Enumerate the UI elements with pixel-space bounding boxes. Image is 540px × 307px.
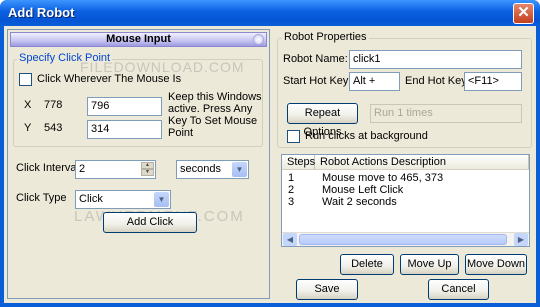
instruction-line: Keep this Windows [168,91,262,103]
click-interval-stepper[interactable]: 2 ▲ ▼ [75,160,156,179]
mouse-input-panel: Mouse Input Specify Click Point FILEDOWN… [7,29,270,299]
step-description: Wait 2 seconds [322,196,397,208]
step-description: Mouse Left Click [322,184,404,196]
scroll-right-icon[interactable]: ▶ [514,233,528,246]
click-wherever-label: Click Wherever The Mouse Is [37,73,182,85]
end-hotkey-field[interactable]: <F11> [464,72,522,91]
y-field[interactable]: 314 [87,120,162,139]
start-hotkey-label: Start Hot Key: [283,75,352,87]
add-click-button[interactable]: Add Click [103,212,197,233]
click-interval-label: Click Interval [16,162,79,174]
move-down-button[interactable]: Move Down [465,254,527,275]
table-row[interactable]: 3 Wait 2 seconds [282,196,529,208]
delete-button[interactable]: Delete [340,254,394,275]
robot-name-field[interactable]: click1 [349,50,522,69]
click-interval-value: 2 [79,163,86,175]
click-type-value: Click [79,193,103,205]
interval-unit-value: seconds [180,163,221,175]
x-current: 778 [44,99,63,111]
collapse-icon[interactable] [253,34,264,45]
mouse-input-title: Mouse Input [106,33,171,45]
step-description: Mouse move to 465, 373 [322,172,444,184]
mouse-input-header: Mouse Input [10,32,267,47]
chevron-down-icon[interactable]: ▼ [232,162,247,177]
end-hotkey-label: End Hot Key: [405,75,470,87]
move-up-button[interactable]: Move Up [400,254,459,275]
column-header-steps[interactable]: Steps [282,155,315,170]
spinner[interactable]: ▲ ▼ [141,162,154,177]
table-row[interactable]: 2 Mouse Left Click [282,184,529,196]
column-header-description[interactable]: Robot Actions Description [315,155,529,170]
spin-up-icon[interactable]: ▲ [141,162,154,169]
title-bar[interactable]: Add Robot ✕ [0,0,540,26]
run-background-label: Run clicks at background [305,130,428,142]
table-row[interactable]: 1 Mouse move to 465, 373 [282,172,529,184]
repeat-value-field: Run 1 times [370,104,522,123]
horizontal-scrollbar[interactable]: ◀ ▶ [282,232,529,246]
repeat-options-button[interactable]: Repeat Options [287,103,358,138]
robot-actions-table[interactable]: Steps Robot Actions Description 1 Mouse … [281,154,530,247]
close-icon[interactable]: ✕ [513,3,534,24]
click-type-select[interactable]: Click ▼ [75,190,171,209]
run-background-checkbox[interactable] [287,130,300,143]
instruction-line: Key To Set Mouse [168,115,258,127]
cancel-button[interactable]: Cancel [428,279,489,300]
dialog-body: Mouse Input Specify Click Point FILEDOWN… [4,26,536,303]
instruction-line: active. Press Any [168,103,253,115]
instructions: Keep this Windows active. Press Any Key … [168,91,262,139]
interval-unit-select[interactable]: seconds ▼ [176,160,249,179]
robot-name-label: Robot Name: [283,53,348,65]
start-hotkey-field[interactable]: Alt + [349,72,400,91]
spin-down-icon[interactable]: ▼ [141,169,154,176]
add-robot-window: Add Robot ✕ Mouse Input Specify Click Po… [0,0,540,307]
y-current: 543 [44,122,63,134]
step-number: 3 [288,196,295,208]
step-number: 1 [288,172,295,184]
x-label: X [24,99,32,111]
scroll-thumb[interactable] [299,234,507,245]
robot-properties-legend: Robot Properties [282,31,369,43]
click-wherever-checkbox[interactable] [19,73,32,86]
click-type-label: Click Type [16,192,67,204]
scroll-left-icon[interactable]: ◀ [283,233,297,246]
y-label: Y [24,122,32,134]
window-title: Add Robot [8,5,75,20]
chevron-down-icon[interactable]: ▼ [154,192,169,207]
instruction-line: Point [168,127,194,139]
step-number: 2 [288,184,295,196]
x-field[interactable]: 796 [87,97,162,116]
save-button[interactable]: Save [296,279,358,300]
